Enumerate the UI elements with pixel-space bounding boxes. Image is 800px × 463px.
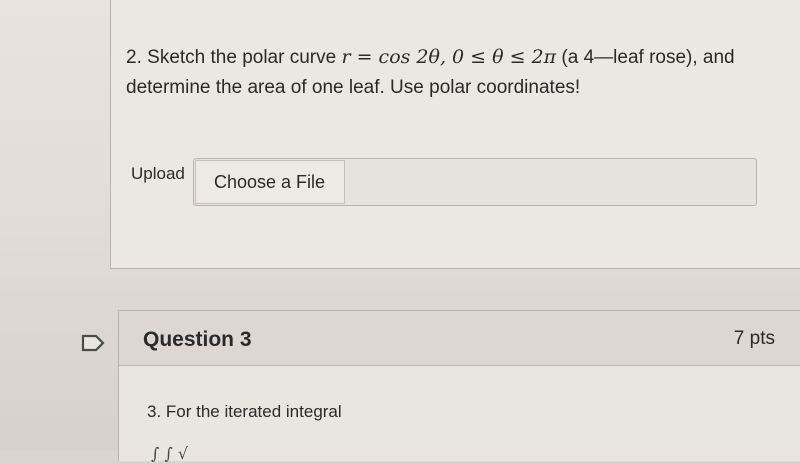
upload-label: Upload [131,164,185,183]
question-2-panel: 2. Sketch the polar curve r = cos 2θ, 0 … [110,0,800,269]
question-2-text: 2. Sketch the polar curve r = cos 2θ, 0 … [126,42,766,103]
question-text-start: Sketch the polar curve [147,47,337,68]
question-points: 7 pts [733,328,775,349]
question-text-note: (a 4—leaf rose), and [561,47,735,68]
upload-row: Upload Choose a File [131,158,761,208]
question-3-text: 3. For the iterated integral [147,402,342,421]
question-3-panel: Question 3 7 pts 3. For the iterated int… [118,310,800,463]
polar-equation: r = cos 2θ, 0 ≤ θ ≤ 2π [341,46,557,68]
cut-off-integral: ∫ ∫ √ [151,444,189,463]
question-text-line2: determine the area of one leaf. Use pola… [126,77,581,98]
choose-file-button[interactable]: Choose a File [195,160,345,204]
question-3-title: Question 3 [143,328,252,351]
screen: 2. Sketch the polar curve r = cos 2θ, 0 … [0,0,800,463]
bookmark-flag-icon[interactable] [80,333,106,353]
question-number: 2. [126,47,142,68]
question-3-body: 3. For the iterated integral ∫ ∫ √ [119,366,800,463]
file-upload-field[interactable]: Choose a File [193,158,757,206]
question-3-header: Question 3 7 pts [119,311,800,366]
